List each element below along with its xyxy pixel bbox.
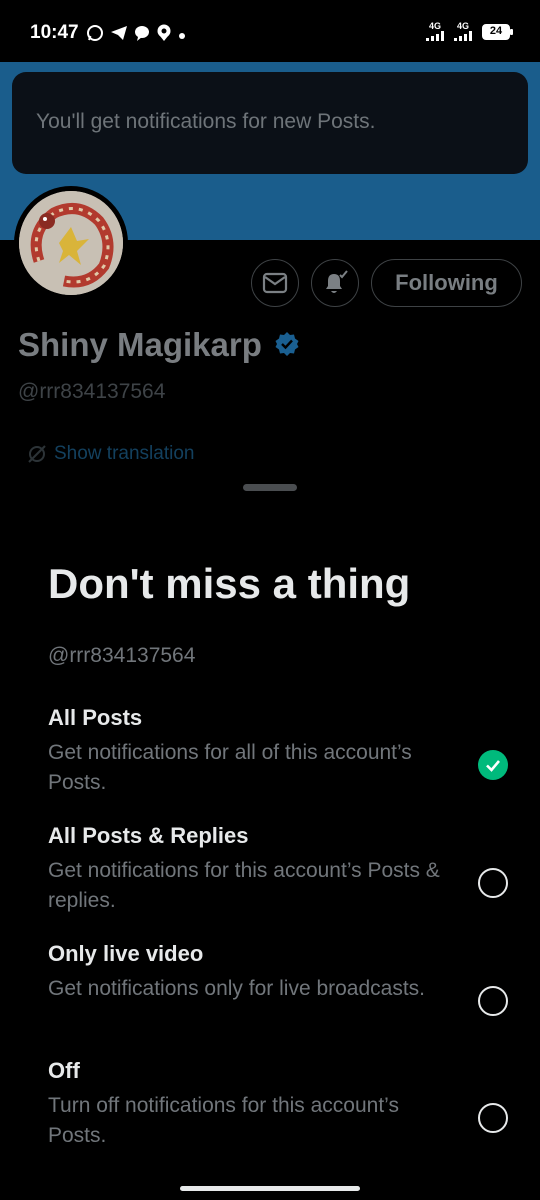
show-translation-link[interactable]: Show translation [26,443,194,465]
option-all-posts-replies[interactable]: All Posts & Replies Get notifications fo… [48,822,508,916]
network-type-label: 4G [456,21,469,31]
sheet-account-handle: @rrr834137564 [48,644,196,667]
verified-badge-icon [275,332,299,356]
option-description: Get notifications for this account’s Pos… [48,859,440,912]
bell-check-icon [326,270,348,293]
radio-unselected[interactable] [478,1103,508,1133]
radio-selected[interactable] [478,750,508,780]
option-only-live-video[interactable]: Only live video Get notifications only f… [48,940,508,1016]
radio-unselected[interactable] [478,986,508,1016]
avatar-image [19,191,123,295]
option-off[interactable]: Off Turn off notifications for this acco… [48,1057,508,1151]
option-title: All Posts & Replies [48,823,249,848]
home-indicator[interactable] [180,1186,360,1191]
option-all-posts[interactable]: All Posts Get notifications for all of t… [48,704,508,798]
display-name: Shiny Magikarp [18,326,262,363]
whatsapp-icon [86,24,104,47]
status-bar: 10:47 4G 4G 24 [0,0,540,62]
battery-level: 24 [489,24,503,37]
signal-icon: 4G [426,22,444,41]
checkmark-icon [486,760,500,772]
translate-icon [28,445,46,463]
network-type-label: 4G [428,21,441,31]
option-title: All Posts [48,705,143,730]
following-button[interactable]: Following [371,259,522,307]
sheet-title: Don't miss a thing [48,560,411,607]
show-translation-label: Show translation [54,443,195,464]
notification-toast: You'll get notifications for new Posts. [12,72,528,174]
option-description: Get notifications for all of this accoun… [48,741,412,794]
profile-handle: @rrr834137564 [18,380,166,403]
location-pin-icon [156,24,172,47]
toast-message: You'll get notifications for new Posts. [36,110,376,133]
radio-unselected[interactable] [478,868,508,898]
battery-icon: 24 [482,23,513,40]
option-description: Turn off notifications for this account’… [48,1094,399,1147]
sheet-drag-handle[interactable] [243,484,297,491]
option-title: Off [48,1058,80,1083]
chat-bubble-icon [134,25,150,46]
status-time: 10:47 [30,22,79,43]
notifications-button[interactable] [311,259,359,307]
option-description: Get notifications only for live broadcas… [48,977,426,1000]
notification-icons [86,24,186,47]
telegram-icon [110,24,128,47]
dot-icon [178,27,186,45]
avatar[interactable] [14,186,128,300]
option-title: Only live video [48,941,204,966]
message-button[interactable] [251,259,299,307]
envelope-icon [262,272,288,294]
signal-icon: 4G [454,22,472,41]
